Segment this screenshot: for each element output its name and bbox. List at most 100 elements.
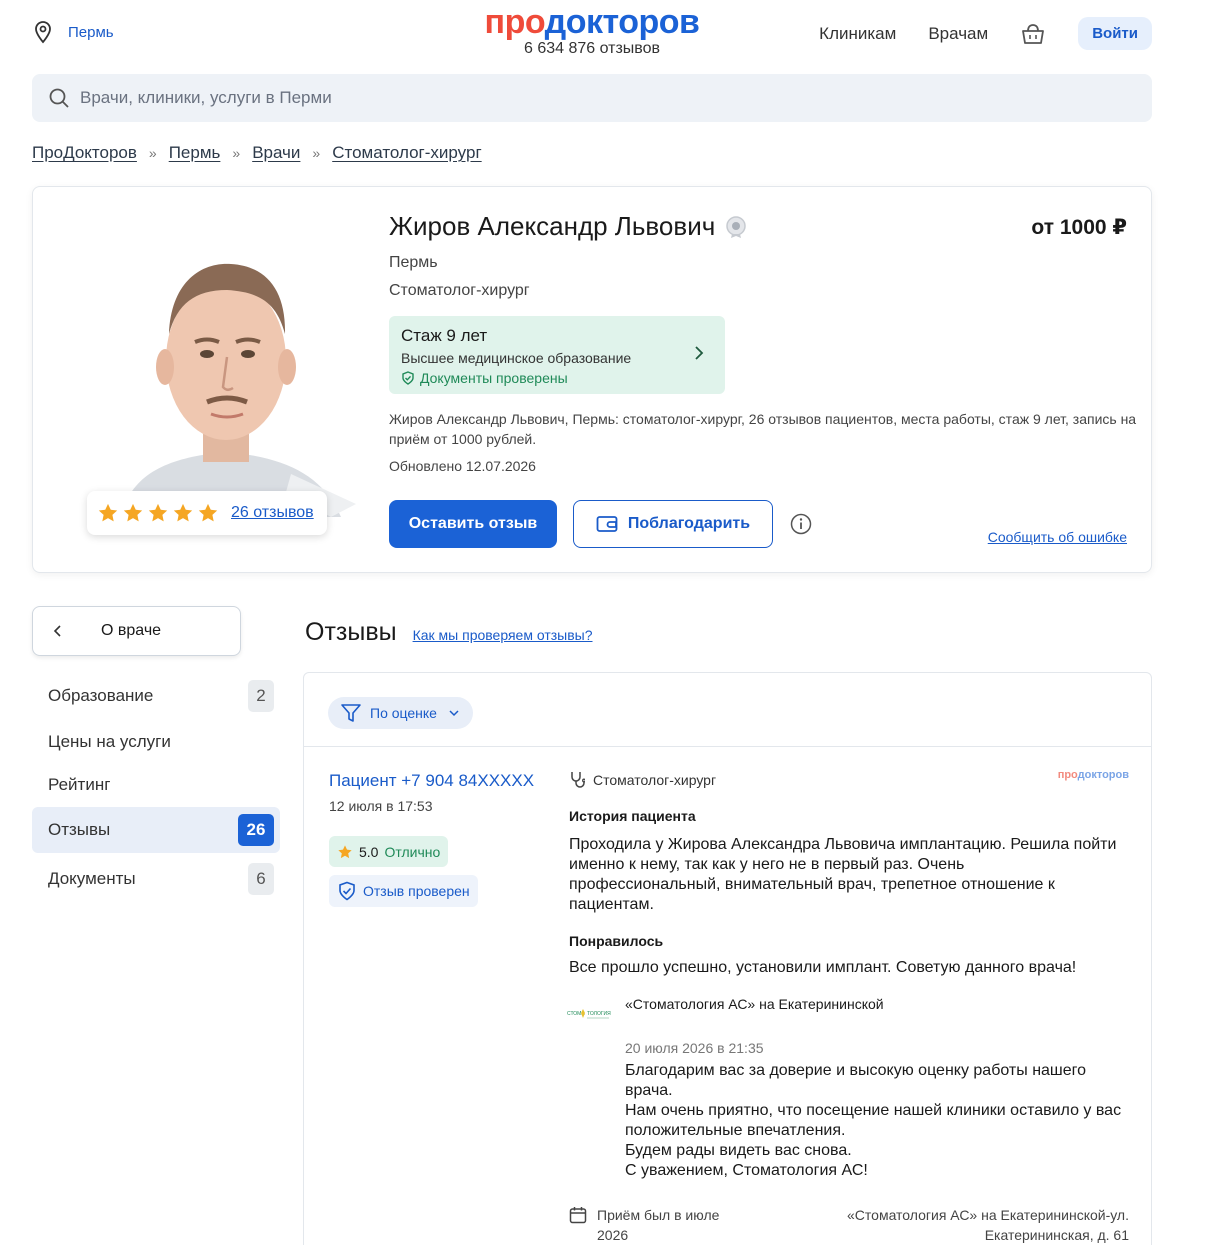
about-doctor-label: О враче [101,622,162,639]
documents-verified: Документы проверены [401,370,713,386]
reviews-count-link[interactable]: 26 отзывов [231,504,314,522]
reviews-panel: По оценке Пациент +7 904 84XXXXX 12 июля… [303,672,1152,1245]
breadcrumb-separator: » [312,145,321,161]
sidebar-item-count: 6 [248,863,274,895]
sidebar-item-label: Рейтинг [48,775,111,794]
thank-button[interactable]: Поблагодарить [573,500,773,548]
review-specialty-label: Стоматолог-хирург [593,772,717,788]
breadcrumb-home[interactable]: ПроДокторов [32,143,137,163]
breadcrumb-doctors[interactable]: Врачи [252,143,300,163]
sidebar-item-reviews[interactable]: Отзывы 26 [32,807,280,853]
story-heading: История пациента [569,808,696,824]
rating-summary: 26 отзывов [87,491,327,535]
visit-info: Приём был в июле 2026 [569,1205,737,1245]
sidebar-item-label: Документы [48,869,136,888]
location-pin-icon [35,21,51,44]
leave-review-button[interactable]: Оставить отзыв [389,500,557,548]
doctor-city: Пермь [389,254,438,271]
thank-button-label: Поблагодарить [627,515,751,532]
sidebar-item-label: Цены на услуги [48,732,171,751]
doctor-photo [91,242,361,517]
source-logo-doc: докторов [1077,769,1129,781]
stethoscope-icon [571,772,585,788]
filter-by-rating-button[interactable]: По оценке [328,697,473,729]
review-source-logo: продокторов [1058,769,1129,781]
nav-clinics-link[interactable]: Клиникам [819,24,896,44]
star-icon [173,503,193,522]
breadcrumb-separator: » [148,145,157,161]
reply-text: Благодарим вас за доверие и высокую оцен… [625,1062,1122,1179]
star-icon [198,503,218,522]
chevron-right-icon [695,346,704,360]
top-nav: Клиникам Врачам Войти [819,17,1152,50]
review-verified-badge[interactable]: Отзыв проверен [329,875,478,907]
info-icon[interactable] [790,513,812,535]
svg-text:ТОЛОГИЯ: ТОЛОГИЯ [587,1011,611,1017]
shield-check-icon [402,371,414,385]
review-author[interactable]: Пациент +7 904 84XXXXX [329,771,534,791]
nav-doctors-link[interactable]: Врачам [928,24,988,44]
filter-label: По оценке [370,705,437,721]
breadcrumb: ПроДокторов » Пермь » Врачи » Стоматолог… [32,143,482,163]
chevron-left-icon [53,625,61,637]
report-error-link[interactable]: Сообщить об ошибке [988,529,1127,545]
reviews-filter-row: По оценке [304,673,1151,747]
search-input[interactable] [80,88,980,108]
doctor-specialty: Стоматолог-хирург [389,282,530,299]
doctor-profile-card: 26 отзывов Жиров Александр Львович от 10… [32,186,1152,573]
price-from: от 1000 ₽ [1031,216,1127,239]
breadcrumb-city[interactable]: Пермь [169,143,221,163]
award-medal-icon[interactable] [725,215,747,239]
calendar-icon [569,1207,587,1224]
liked-heading: Понравилось [569,933,664,949]
sidebar-item-documents[interactable]: Документы 6 [32,856,280,902]
rating-stars [97,502,219,524]
city-selector[interactable]: Пермь [32,20,114,44]
sidebar-item-count: 2 [248,680,274,712]
experience-block[interactable]: Стаж 9 лет Высшее медицинское образовани… [389,316,725,394]
review-specialty: Стоматолог-хирург [569,771,716,789]
sidebar-item-label: Образование [48,686,154,705]
reviews-title: Отзывы [305,618,397,646]
city-label: Пермь [68,23,114,41]
star-icon [338,844,352,858]
basket-icon[interactable] [1020,22,1046,46]
review-date: 12 июля в 17:53 [329,798,433,814]
search-bar [32,74,1152,122]
about-doctor-button[interactable]: О враче [32,606,241,656]
visit-clinic-address: «Стоматология АС» на Екатерининской-ул. … [847,1207,1129,1243]
reply-date: 20 июля 2026 в 21:35 [625,1040,764,1056]
search-icon [49,88,69,108]
login-button[interactable]: Войти [1078,17,1152,50]
site-header: Пермь продокторов 6 634 876 отзывов Клин… [32,0,1152,70]
breadcrumb-specialty[interactable]: Стоматолог-хирург [332,143,481,163]
chevron-down-icon [449,710,459,717]
logo-pro-text: про [484,3,546,41]
doctor-description: Жиров Александр Львович, Пермь: стоматол… [389,411,1137,447]
source-logo-pro: про [1057,769,1078,781]
star-icon [123,503,143,522]
review-score: 5.0 [359,843,379,860]
wallet-icon [596,516,618,532]
clinic-logo: СТОМА ТОЛОГИЯ [567,1009,611,1019]
sidebar-item-rating[interactable]: Рейтинг [32,762,280,808]
breadcrumb-separator: » [232,145,241,161]
experience-years: Стаж 9 лет [401,326,488,345]
sidebar-item-prices[interactable]: Цены на услуги [32,719,280,765]
sidebar-item-education[interactable]: Образование 2 [32,673,280,719]
logo-doc-text: докторов [544,3,700,41]
liked-text: Все прошло успешно, установили имплант. … [569,959,1077,976]
doctor-name-row: Жиров Александр Львович [389,211,747,242]
sidebar-item-label: Отзывы [48,820,111,839]
total-reviews-count: 6 634 876 отзывов [523,40,661,57]
review-verified-label: Отзыв проверен [363,883,470,899]
reply-clinic-name: «Стоматология АС» на Екатерининской [625,996,884,1012]
site-logo[interactable]: продокторов 6 634 876 отзывов [472,2,712,58]
documents-verified-label: Документы проверены [420,370,568,386]
shield-check-icon [339,881,355,901]
star-icon [148,503,168,522]
how-we-verify-link[interactable]: Как мы проверяем отзывы? [413,627,593,643]
sidebar-item-count: 26 [238,814,274,846]
story-text: Проходила у Жирова Александра Львовича и… [569,836,1117,913]
visit-date: Приём был в июле 2026 [597,1207,720,1243]
